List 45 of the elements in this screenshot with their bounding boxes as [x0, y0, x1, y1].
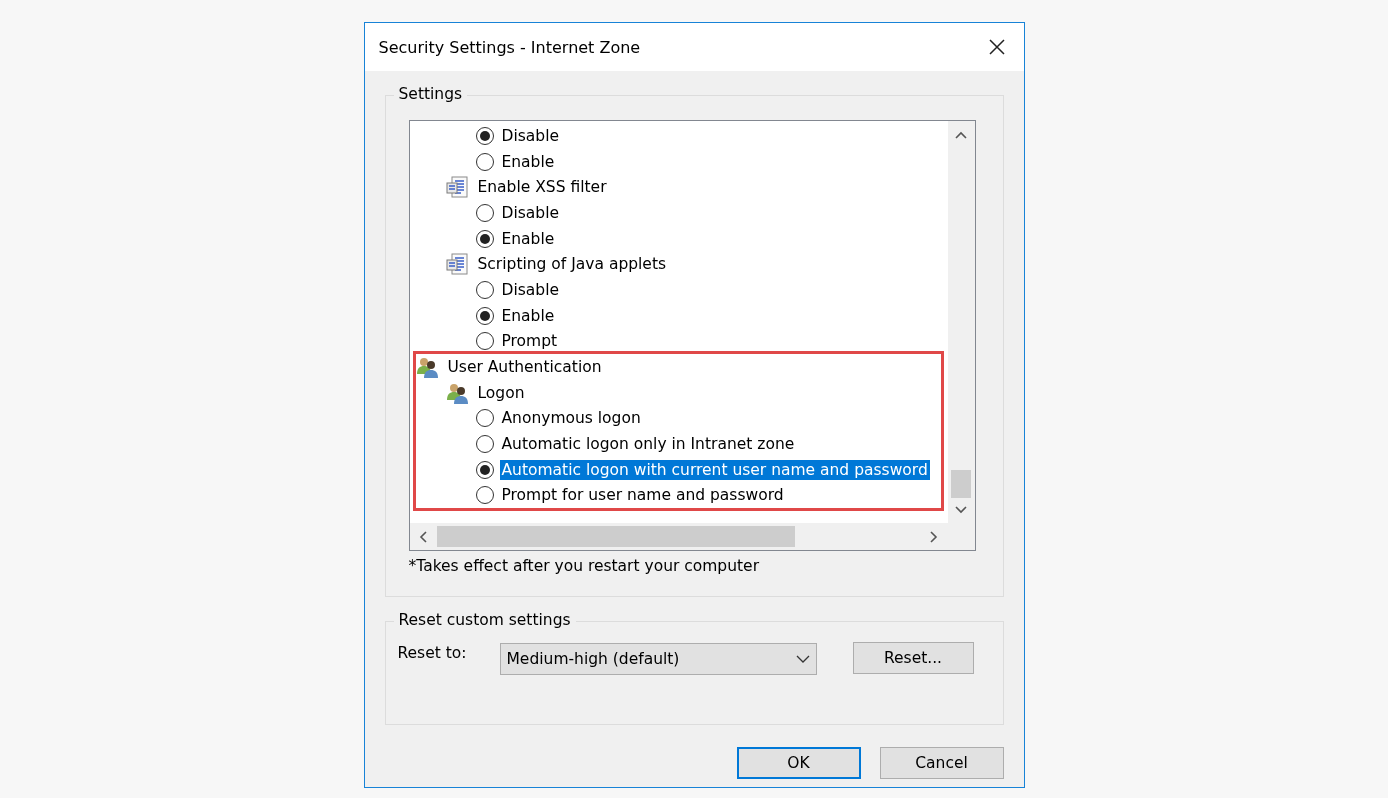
setting-label: Logon [476, 382, 526, 403]
option-label[interactable]: Enable [499, 305, 557, 326]
scroll-thumb[interactable] [950, 470, 971, 498]
cancel-button[interactable]: Cancel [879, 747, 1004, 779]
option-label[interactable]: Prompt [499, 331, 560, 352]
radio-button[interactable] [475, 435, 494, 454]
option-label[interactable]: Disable [499, 125, 561, 146]
radio-button[interactable] [475, 306, 494, 325]
radio-button[interactable] [475, 229, 494, 248]
users-icon [415, 356, 440, 379]
radio-button[interactable] [475, 152, 494, 171]
chevron-icon [795, 655, 810, 663]
scroll-thumb[interactable] [436, 526, 795, 547]
field-label: Reset to: [397, 643, 468, 662]
close-icon [987, 38, 1006, 56]
document-icon [445, 176, 470, 199]
radio-button[interactable] [475, 126, 494, 145]
option-label[interactable]: Enable [499, 151, 557, 172]
radio-button[interactable] [475, 486, 494, 505]
setting-label: User Authentication [446, 357, 603, 378]
option-label[interactable]: Disable [499, 279, 561, 300]
group-legend: Settings [393, 85, 468, 103]
option-label[interactable]: Disable [499, 202, 561, 223]
reset-button[interactable]: Reset... [852, 642, 974, 674]
users-icon [445, 381, 470, 404]
setting-label: Scripting of Java applets [476, 254, 668, 275]
group-legend: Reset custom settings [393, 611, 576, 629]
vertical-scrollbar[interactable] [947, 121, 975, 523]
radio-button[interactable] [475, 280, 494, 299]
radio-button[interactable] [475, 460, 494, 479]
option-label[interactable]: Enable [499, 228, 557, 249]
level-dropdown[interactable]: Medium-high (default) [499, 643, 817, 675]
horizontal-scrollbar[interactable] [409, 523, 948, 550]
radio-button[interactable] [475, 409, 494, 428]
setting-label: Enable XSS filter [476, 177, 608, 198]
radio-button[interactable] [475, 203, 494, 222]
ok-button[interactable]: OK [736, 747, 861, 779]
option-label[interactable]: Automatic logon with current user name and password [499, 459, 930, 480]
option-label[interactable]: Prompt for user name and password [499, 485, 786, 506]
option-label[interactable]: Anonymous logon [499, 408, 643, 429]
footnote: *Takes effect after you restart your computer [408, 557, 761, 575]
radio-button[interactable] [475, 332, 494, 351]
option-label[interactable]: Automatic logon only in Intranet zone [499, 434, 797, 455]
document-icon [445, 253, 470, 276]
window-title: Security Settings - Internet Zone [378, 37, 641, 57]
